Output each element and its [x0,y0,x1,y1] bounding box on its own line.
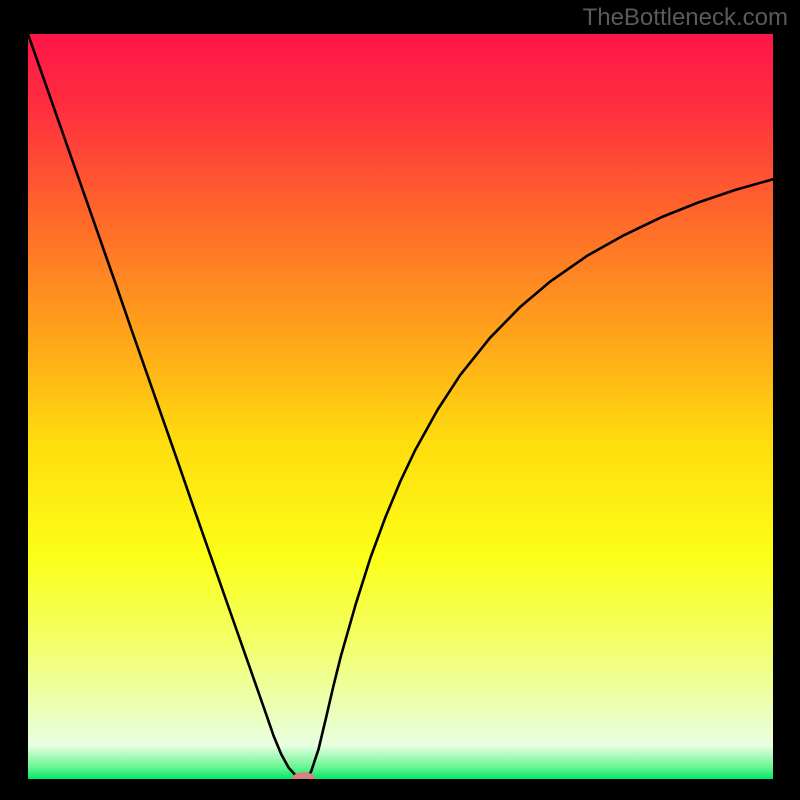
watermark-text: TheBottleneck.com [583,4,788,32]
chart-frame: TheBottleneck.com [0,0,800,800]
bottleneck-chart [28,34,773,779]
chart-background [28,34,773,779]
